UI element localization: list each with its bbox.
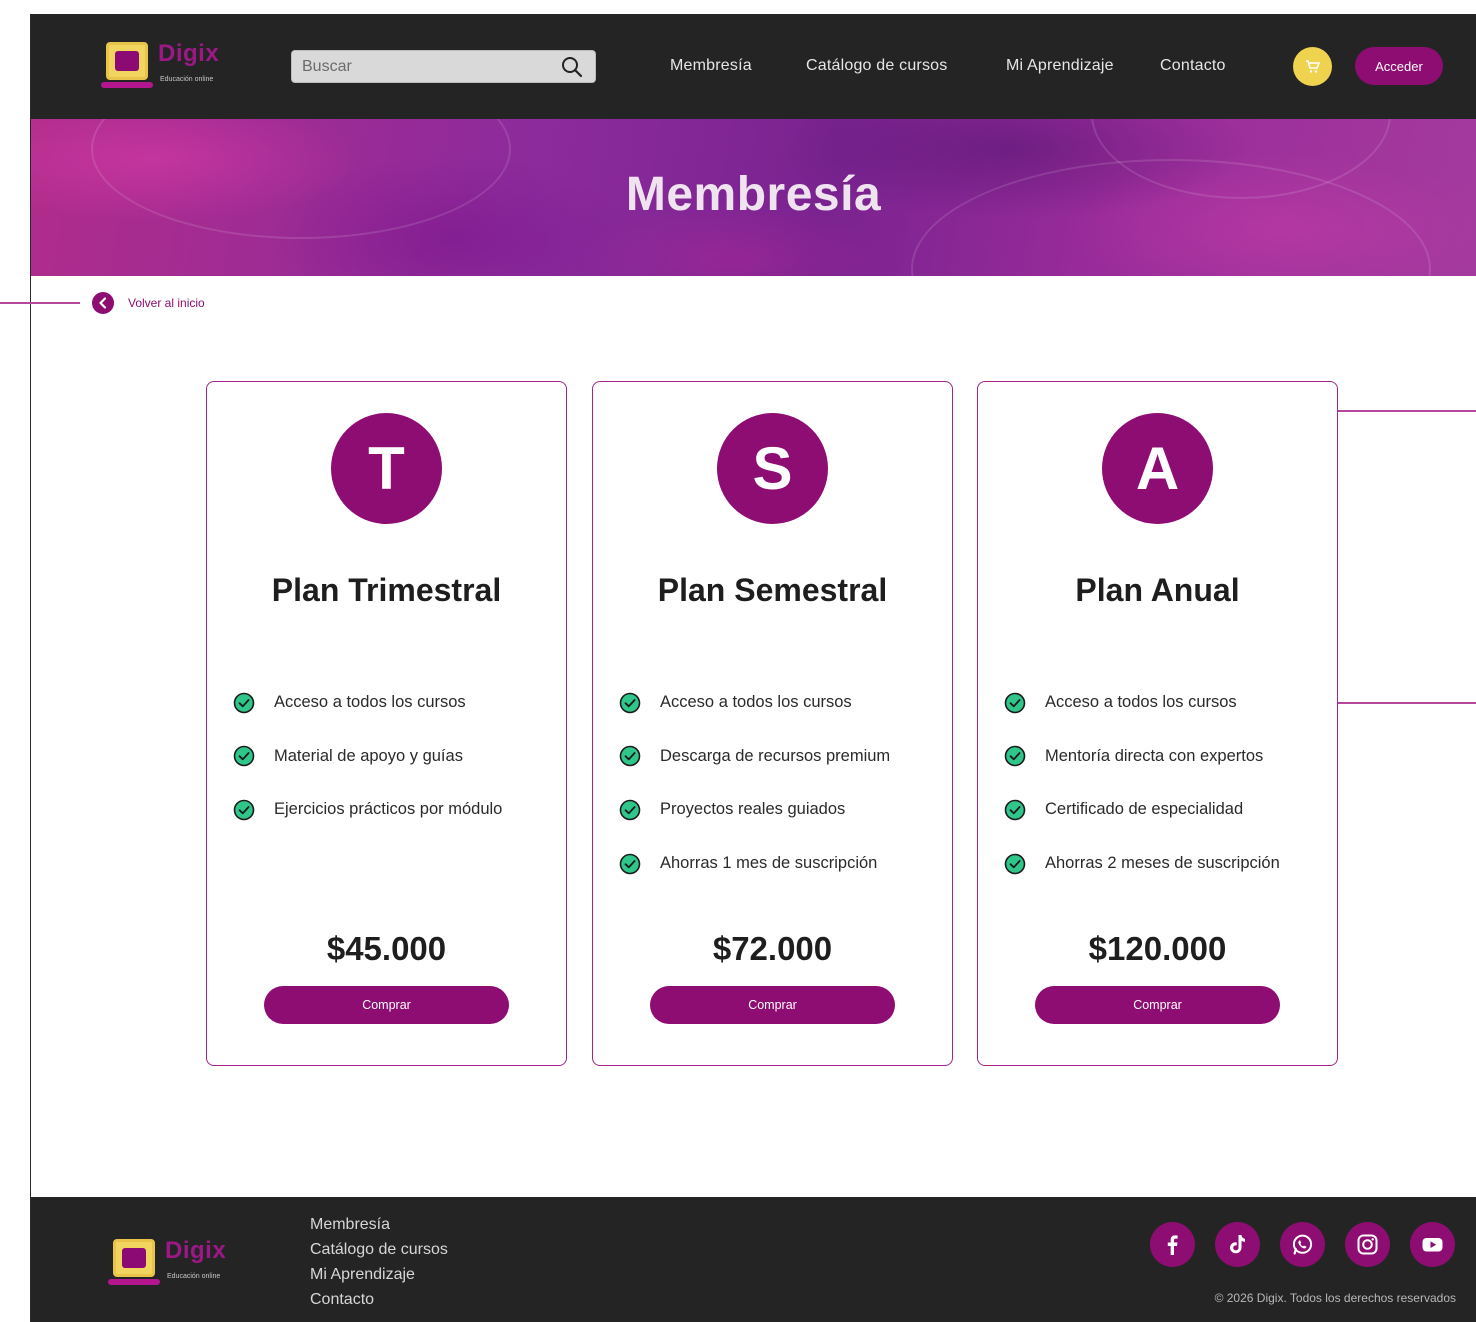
back-link-label: Volver al inicio [128,296,205,310]
feature-text: Proyectos reales guiados [660,800,846,819]
graduation-cap-icon [122,1248,146,1268]
annotation-line [0,302,80,304]
logo-tagline: Educación online [160,76,214,83]
copyright-text: © 2026 Digix. Todos los derechos reserva… [1214,1291,1456,1305]
check-circle-icon [619,799,641,821]
list-item: Certificado de especialidad [1004,783,1280,837]
footer-links: Membresía Catálogo de cursos Mi Aprendiz… [310,1215,448,1315]
check-circle-icon [233,746,255,767]
list-item: Proyectos reales guiados [619,783,890,837]
search-box [291,50,596,83]
plan-title: Plan Semestral [657,572,888,608]
site-footer: Digix Educación online Membresía Catálog… [31,1197,1476,1322]
check-circle-icon [619,746,641,767]
footer-link-contacto[interactable]: Contacto [310,1290,448,1315]
list-item: Acceso a todos los cursos [233,676,502,730]
plan-price: $120.000 [1088,930,1227,967]
plan-badge: T [331,413,442,524]
annotation-line [1326,410,1476,412]
instagram-icon[interactable] [1345,1222,1390,1267]
plan-card-trimestral: T Plan Trimestral Acceso a todos los cur… [206,381,567,1066]
plan-badge: S [717,413,828,524]
footer-link-catalogo[interactable]: Catálogo de cursos [310,1240,448,1265]
plan-badge: A [1102,413,1213,524]
logo-word: Digix [165,1237,227,1264]
feature-text: Mentoría directa con expertos [1045,746,1264,765]
logo-word: Digix [158,40,220,67]
plan-card-anual: A Plan Anual Acceso a todos los cursos M… [977,381,1338,1066]
feature-text: Material de apoyo y guías [274,746,463,765]
feature-text: Ejercicios prácticos por módulo [274,800,503,819]
list-item: Material de apoyo y guías [233,730,502,784]
plan-title: Plan Anual [1075,572,1240,608]
page-title: Membresía [625,168,882,221]
check-circle-icon [1004,692,1026,714]
feature-list: Acceso a todos los cursos Mentoría direc… [1004,676,1280,890]
check-circle-icon [1004,853,1026,874]
hero-banner: Membresía [31,119,1476,276]
footer-link-membresia[interactable]: Membresía [310,1215,448,1240]
site-header: Digix Educación online Membresía Catálog… [31,14,1476,119]
feature-text: Certificado de especialidad [1045,800,1244,819]
list-item: Ejercicios prácticos por módulo [233,783,502,837]
buy-button[interactable]: Comprar [650,986,895,1024]
nav-contacto[interactable]: Contacto [1160,57,1226,75]
feature-text: Ahorras 1 mes de suscripción [660,854,878,873]
check-circle-icon [1004,799,1026,821]
youtube-icon[interactable] [1410,1222,1455,1267]
logo[interactable]: Digix Educación online [101,40,231,92]
laptop-icon [106,42,148,80]
check-circle-icon [619,853,641,874]
list-item: Mentoría directa con expertos [1004,730,1280,784]
check-circle-icon [233,799,255,821]
plan-price: $45.000 [326,930,447,967]
plan-price: $72.000 [712,930,833,967]
feature-text: Ahorras 2 meses de suscripción [1045,854,1280,873]
feature-list: Acceso a todos los cursos Material de ap… [233,676,502,837]
whatsapp-icon[interactable] [1280,1222,1325,1267]
check-circle-icon [619,692,641,714]
tiktok-icon[interactable] [1215,1222,1260,1267]
annotation-line [1326,702,1476,704]
check-circle-icon [1004,746,1026,767]
list-item: Descarga de recursos premium [619,730,890,784]
feature-text: Acceso a todos los cursos [274,693,466,712]
search-icon[interactable] [561,56,583,78]
search-input[interactable] [302,56,552,78]
chevron-left-icon [92,292,114,314]
footer-link-mi-aprendizaje[interactable]: Mi Aprendizaje [310,1265,448,1290]
cart-icon [1306,60,1320,73]
list-item: Ahorras 2 meses de suscripción [1004,837,1280,891]
list-item: Acceso a todos los cursos [1004,676,1280,730]
feature-text: Acceso a todos los cursos [660,693,852,712]
logo-tagline: Educación online [167,1273,221,1280]
plan-title: Plan Trimestral [271,572,502,608]
buy-button[interactable]: Comprar [1035,986,1280,1024]
list-item: Acceso a todos los cursos [619,676,890,730]
nav-membresia[interactable]: Membresía [670,57,752,75]
nav-catalogo[interactable]: Catálogo de cursos [806,57,947,75]
footer-logo[interactable]: Digix Educación online [108,1237,238,1289]
check-circle-icon [233,692,255,714]
plan-card-semestral: S Plan Semestral Acceso a todos los curs… [592,381,953,1066]
laptop-icon [113,1239,155,1277]
social-links [1150,1222,1455,1267]
back-to-home-link[interactable]: Volver al inicio [92,292,205,314]
cart-button[interactable] [1293,47,1332,86]
buy-button[interactable]: Comprar [264,986,509,1024]
feature-list: Acceso a todos los cursos Descarga de re… [619,676,890,890]
nav-mi-aprendizaje[interactable]: Mi Aprendizaje [1006,57,1114,75]
graduation-cap-icon [115,51,139,71]
login-button[interactable]: Acceder [1355,47,1443,85]
feature-text: Descarga de recursos premium [660,746,891,765]
feature-text: Acceso a todos los cursos [1045,693,1237,712]
facebook-icon[interactable] [1150,1222,1195,1267]
list-item: Ahorras 1 mes de suscripción [619,837,890,891]
